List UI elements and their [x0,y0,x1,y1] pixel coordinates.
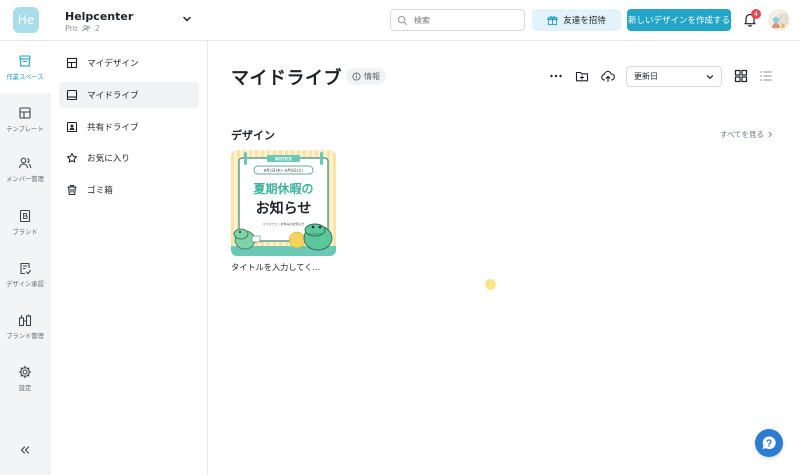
see-all-label: すべてを見る [720,130,765,139]
rail-label: 作業スペース [6,74,44,81]
info-label: 情報 [364,72,380,81]
sidebar-item-favorites[interactable]: お気に入り [59,145,199,171]
see-all-link[interactable]: すべてを見る [720,129,774,140]
sidebar-item-label: マイデザイン [87,59,139,69]
sort-value: 更新日 [634,72,658,81]
sidebar-item-trash[interactable]: ゴミ箱 [59,177,199,203]
search-icon [397,15,408,25]
rail-item-brand-manage[interactable]: ブランド管理 [0,313,50,340]
upload-cloud-icon[interactable] [601,69,615,83]
chevron-right-icon [768,131,773,138]
notification-badge: 4 [751,9,761,19]
workspace-avatar[interactable]: He [13,7,39,33]
rail-item-brand[interactable]: ブランド [0,209,50,236]
workspace-plan: Pro 2 [65,24,100,33]
section-title: デザイン [231,129,275,142]
gift-icon [547,15,558,25]
rail-item-settings[interactable]: 設定 [0,365,50,392]
plan-label: Pro [65,24,78,33]
thumb-headline-1: 夏期休暇の [253,181,313,196]
sidebar-item-label: お気に入り [87,154,130,164]
thumb-headline-2: お知らせ [256,200,312,217]
rail-label: ブランド管理 [6,333,44,340]
thumb-date: 8月1日(木)~8月5日(土) [264,168,304,173]
design-card-title[interactable]: タイトルを入力してく... [231,261,320,273]
settings-icon [18,365,32,379]
shared-drive-icon [66,121,78,133]
rail-label: ブランド [12,229,38,236]
info-button[interactable]: 情報 [346,68,386,85]
drive-icon [66,89,78,101]
sidebar-item-label: マイドライブ [87,91,139,101]
grid-view-icon[interactable] [734,69,748,83]
rail-label: メンバー管理 [6,176,44,183]
workspace-icon [19,55,31,67]
create-design-button[interactable]: 新しいデザインを作成する [627,9,731,31]
member-count: 2 [94,24,100,33]
more-options-icon[interactable] [549,69,563,83]
list-view-icon[interactable] [759,69,773,83]
help-icon [762,436,776,450]
members-icon [18,157,32,169]
rail-item-approval[interactable]: デザイン承認 [0,261,50,288]
rail-label: テンプレート [6,126,44,133]
rail-item-workspace[interactable]: 作業スペース [0,41,50,93]
brand-icon [19,209,31,223]
new-folder-icon[interactable] [575,69,589,83]
members-small-icon [82,25,90,32]
workspace-name[interactable]: Helpcenter [65,10,133,23]
cursor-indicator [485,279,496,290]
star-icon [66,152,78,163]
search-input[interactable] [414,15,514,25]
rail-item-members[interactable]: メンバー管理 [0,156,50,183]
sidebar-item-my-designs[interactable]: マイデザイン [59,50,199,76]
sort-select[interactable]: 更新日 [626,66,722,87]
user-avatar-icon [768,9,790,31]
info-icon [352,72,361,81]
approval-icon [20,262,32,275]
main-content: マイドライブ 情報 更新日 デザイン すべてを見る NOTICE 8月1日(木)… [208,41,800,475]
sidebar-item-label: ゴミ箱 [87,186,113,196]
thumb-brand: ミリカフェ | お休みのお知らせ [263,221,305,226]
page-title: マイドライブ [231,68,342,89]
top-bar: He Helpcenter Pro 2 友達を招待 新しいデザインを作成する 4 [0,0,800,41]
invite-friends-button[interactable]: 友達を招待 [532,9,621,31]
sidebar-item-my-drive[interactable]: マイドライブ [59,82,199,108]
chevron-down-icon[interactable] [181,13,193,25]
layout-icon [66,57,78,69]
invite-label: 友達を招待 [563,16,606,26]
thumb-badge: NOTICE [275,156,292,161]
chevrons-left-icon[interactable] [18,443,32,457]
design-thumbnail: NOTICE 8月1日(木)~8月5日(土) 夏期休暇の お知らせ ミリカフェ … [231,150,336,256]
rail-label: 設定 [18,385,32,392]
brand-manage-icon [18,314,32,327]
user-avatar[interactable] [768,9,790,31]
sidebar-item-shared-drive[interactable]: 共有ドライブ [59,114,199,140]
rail-label: デザイン承認 [6,281,44,288]
help-button[interactable] [755,429,783,457]
trash-icon [67,184,77,196]
search-box[interactable] [390,9,525,31]
sidebar-item-label: 共有ドライブ [87,123,139,133]
left-rail: 作業スペース テンプレート メンバー管理 ブランド デザイン承認 ブランド管理 … [0,41,50,475]
chevron-down-icon [706,75,714,79]
template-icon [19,107,31,119]
drive-sidebar: マイデザイン マイドライブ 共有ドライブ お気に入り ゴミ箱 [50,41,208,475]
design-card[interactable]: NOTICE 8月1日(木)~8月5日(土) 夏期休暇の お知らせ ミリカフェ … [231,150,336,256]
rail-item-templates[interactable]: テンプレート [0,106,50,133]
